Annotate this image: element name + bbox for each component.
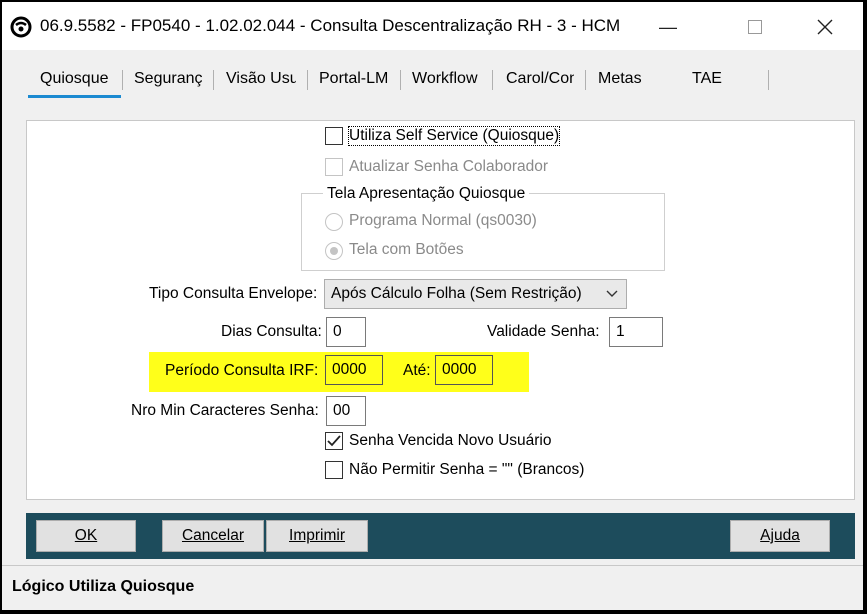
validade-senha-label: Validade Senha: bbox=[487, 323, 600, 340]
radio-tela-botoes[interactable] bbox=[325, 242, 343, 260]
ajuda-button[interactable]: Ajuda bbox=[730, 520, 830, 552]
ate-field[interactable]: 0000 bbox=[435, 355, 493, 385]
tab-carol[interactable]: Carol/Contas bbox=[506, 70, 574, 88]
ok-button-label: OK bbox=[74, 527, 98, 544]
tab-workflow[interactable]: Workflow bbox=[412, 70, 482, 88]
nro-min-caracteres-field[interactable]: 00 bbox=[326, 396, 366, 426]
dias-consulta-field[interactable]: 0 bbox=[326, 317, 366, 347]
status-bar: Lógico Utiliza Quiosque bbox=[2, 570, 863, 610]
radio-tela-botoes-label: Tela com Botões bbox=[349, 241, 464, 258]
close-button[interactable] bbox=[805, 12, 845, 42]
tab-separator bbox=[400, 70, 401, 90]
checkmark-icon bbox=[327, 435, 341, 447]
tab-separator bbox=[307, 70, 308, 90]
atualizar-senha-checkbox[interactable] bbox=[325, 158, 343, 176]
title-bar: 06.9.5582 - FP0540 - 1.02.02.044 - Consu… bbox=[2, 2, 863, 50]
tab-separator bbox=[122, 70, 123, 90]
periodo-irf-field[interactable]: 0000 bbox=[325, 355, 383, 385]
nro-min-caracteres-label: Nro Min Caracteres Senha: bbox=[131, 402, 319, 419]
tab-visao-usuario[interactable]: Visão Usuário bbox=[226, 70, 296, 88]
radio-programa-normal[interactable] bbox=[325, 213, 343, 231]
minimize-button[interactable]: — bbox=[648, 12, 688, 42]
utiliza-self-service-checkbox[interactable] bbox=[325, 127, 343, 145]
tipo-consulta-value: Após Cálculo Folha (Sem Restrição) bbox=[331, 285, 582, 302]
form-panel: Utiliza Self Service (Quiosque) Atualiza… bbox=[26, 120, 855, 500]
ajuda-button-label: Ajuda bbox=[760, 527, 800, 544]
maximize-icon bbox=[748, 20, 762, 34]
tab-seguranca[interactable]: Segurança bbox=[134, 70, 202, 88]
cancelar-button-label: Cancelar bbox=[181, 527, 245, 544]
cancelar-button[interactable]: Cancelar bbox=[162, 520, 264, 552]
window-title: 06.9.5582 - FP0540 - 1.02.02.044 - Consu… bbox=[40, 16, 621, 35]
status-text: Lógico Utiliza Quiosque bbox=[12, 578, 195, 595]
imprimir-button-label: Imprimir bbox=[289, 527, 345, 544]
radio-selected-dot bbox=[330, 247, 338, 255]
radio-programa-normal-label: Programa Normal (qs0030) bbox=[349, 212, 537, 229]
utiliza-self-service-label: Utiliza Self Service (Quiosque) bbox=[347, 126, 561, 146]
imprimir-button[interactable]: Imprimir bbox=[266, 520, 368, 552]
tab-separator bbox=[585, 70, 586, 90]
validade-senha-field[interactable]: 1 bbox=[609, 317, 663, 347]
main-window: 06.9.5582 - FP0540 - 1.02.02.044 - Consu… bbox=[2, 2, 863, 610]
ok-button[interactable]: OK bbox=[36, 520, 136, 552]
tab-tae[interactable]: TAE bbox=[692, 70, 752, 88]
nao-permitir-brancos-checkbox[interactable] bbox=[325, 461, 343, 479]
dias-consulta-label: Dias Consulta: bbox=[221, 323, 322, 340]
tab-quiosque[interactable]: Quiosque bbox=[40, 70, 130, 88]
close-icon bbox=[817, 19, 833, 35]
button-bar: OK Cancelar Imprimir Ajuda bbox=[26, 513, 855, 559]
maximize-button[interactable] bbox=[735, 12, 775, 42]
tab-separator bbox=[213, 70, 214, 90]
chevron-down-icon bbox=[606, 290, 618, 297]
status-divider bbox=[2, 565, 863, 566]
tela-apresentacao-group bbox=[301, 193, 665, 271]
ate-label: Até: bbox=[403, 362, 431, 379]
tipo-consulta-label: Tipo Consulta Envelope: bbox=[149, 285, 318, 302]
tela-apresentacao-title: Tela Apresentação Quiosque bbox=[323, 185, 530, 203]
tab-portal-lm[interactable]: Portal-LM bbox=[319, 70, 399, 88]
tab-metas[interactable]: Metas bbox=[598, 70, 658, 88]
tab-separator bbox=[492, 70, 493, 90]
tab-separator bbox=[768, 70, 769, 90]
tipo-consulta-dropdown[interactable]: Após Cálculo Folha (Sem Restrição) bbox=[324, 279, 627, 309]
senha-vencida-label: Senha Vencida Novo Usuário bbox=[349, 432, 552, 449]
nao-permitir-brancos-label: Não Permitir Senha = "" (Brancos) bbox=[349, 461, 585, 478]
app-logo-icon bbox=[10, 16, 32, 38]
senha-vencida-checkbox[interactable] bbox=[325, 432, 343, 450]
active-tab-indicator bbox=[28, 95, 121, 98]
tab-strip: Quiosque Segurança Visão Usuário Portal-… bbox=[22, 62, 862, 102]
atualizar-senha-label: Atualizar Senha Colaborador bbox=[349, 158, 549, 175]
periodo-irf-label: Período Consulta IRF: bbox=[165, 362, 319, 379]
